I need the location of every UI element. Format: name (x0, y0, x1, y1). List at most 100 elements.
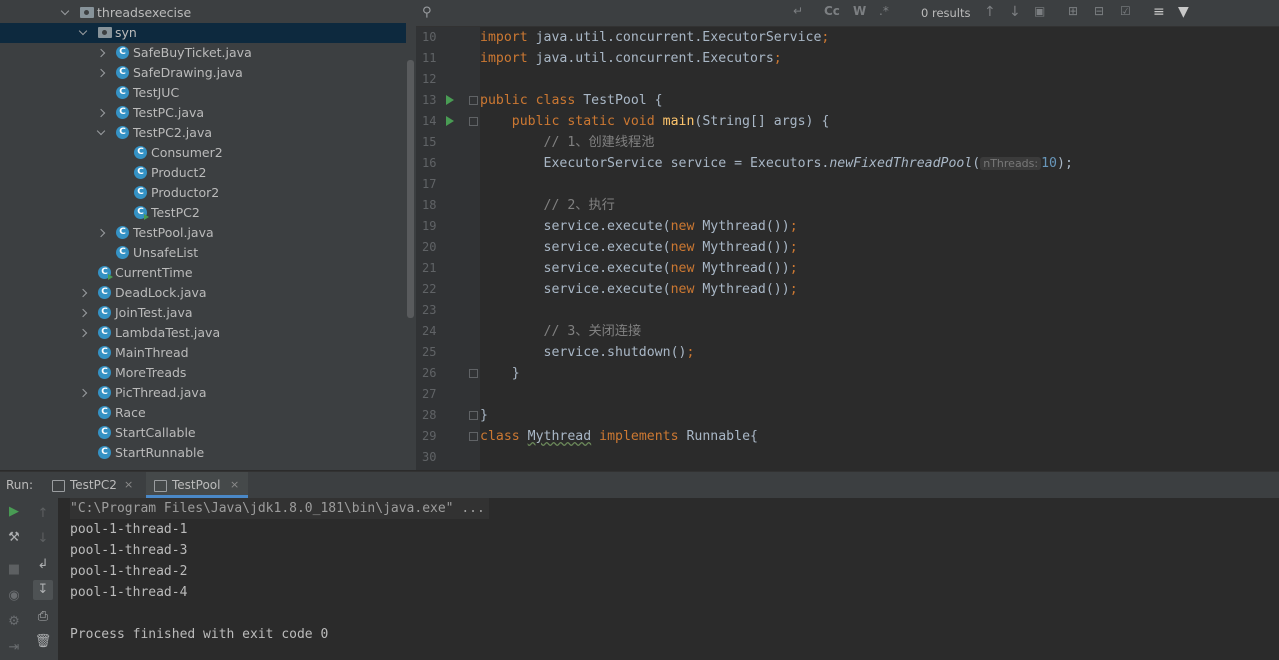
remove-occurrence-icon[interactable]: ⊟ (1094, 4, 1104, 18)
tree-item[interactable]: C TestPC.java (0, 103, 406, 123)
code-line-18: // 2、执行 (480, 195, 615, 216)
tree-item[interactable]: C SafeDrawing.java (0, 63, 406, 83)
chevron-down-icon[interactable] (96, 126, 106, 136)
search-icon[interactable]: ⚲ (422, 5, 432, 20)
class-icon: C (98, 426, 111, 439)
code-line-11: import java.util.concurrent.Executors; (480, 48, 782, 69)
filter-lines-icon[interactable]: ≡ (1153, 4, 1165, 20)
trash-icon[interactable]: 🗑 (33, 632, 53, 652)
line-number: 15 (422, 135, 437, 149)
chevron-right-icon[interactable] (96, 108, 106, 118)
run-tab-testpool[interactable]: TestPool × (146, 472, 248, 498)
tree-item[interactable]: C Product2 (0, 163, 406, 183)
tree-item[interactable]: syn (0, 23, 406, 43)
code-text: Mythread()) (694, 282, 790, 297)
replace-icon[interactable]: ↵ (793, 4, 803, 18)
tree-item-label: TestPC.java (133, 105, 205, 120)
tree-item[interactable]: C TestPC2.java (0, 123, 406, 143)
code-editor[interactable]: import java.util.concurrent.ExecutorServ… (480, 27, 1279, 470)
regex-button[interactable]: .* (879, 4, 889, 18)
line-number: 23 (422, 303, 437, 317)
line-number: 24 (422, 324, 437, 338)
run-gutter-icon[interactable] (446, 116, 454, 126)
fold-marker-icon[interactable] (469, 432, 478, 441)
print-icon[interactable]: ⎙ (33, 607, 53, 627)
keyword: new (670, 261, 695, 276)
next-occurrence-icon[interactable]: ↓ (1009, 4, 1021, 20)
console-command-line[interactable]: "C:\Program Files\Java\jdk1.8.0_181\bin\… (70, 498, 489, 519)
tree-item[interactable]: C LambdaTest.java (0, 323, 406, 343)
chevron-right-icon[interactable] (78, 388, 88, 398)
settings-icon[interactable]: ⚙ (4, 612, 24, 632)
tree-item-label: StartRunnable (115, 445, 205, 460)
scroll-to-end-icon[interactable]: ↧ (33, 580, 53, 600)
chevron-right-icon[interactable] (78, 288, 88, 298)
tree-item[interactable]: C StartCallable (0, 423, 406, 443)
search-results-count: 0 results (921, 6, 971, 20)
tree-item[interactable]: C UnsafeList (0, 243, 406, 263)
run-tab-bar: Run: TestPC2 × TestPool × (0, 471, 1279, 499)
tree-item-label: SafeDrawing.java (133, 65, 243, 80)
prev-occurrence-icon[interactable]: ↑ (984, 4, 996, 20)
fold-marker-icon[interactable] (469, 369, 478, 378)
tree-item[interactable]: C MoreTreads (0, 363, 406, 383)
console-exit-line: Process finished with exit code 0 (70, 627, 329, 642)
tree-item[interactable]: C JoinTest.java (0, 303, 406, 323)
chevron-right-icon[interactable] (96, 68, 106, 78)
tree-item[interactable]: C StartRunnable (0, 443, 406, 463)
code-text: (String[] args) { (694, 114, 830, 129)
tree-item-label: MoreTreads (115, 365, 187, 380)
fold-marker-icon[interactable] (469, 411, 478, 420)
camera-icon[interactable]: ◉ (4, 586, 24, 606)
tree-item[interactable]: C MainThread (0, 343, 406, 363)
fold-marker-icon[interactable] (469, 96, 478, 105)
tree-item-label: syn (115, 25, 137, 40)
chevron-right-icon[interactable] (96, 48, 106, 58)
chevron-right-icon[interactable] (96, 228, 106, 238)
chevron-down-icon[interactable] (78, 26, 88, 36)
filter-icon[interactable]: ▼ (1178, 4, 1189, 20)
tree-item[interactable]: C Productor2 (0, 183, 406, 203)
code-text: service.execute( (543, 261, 671, 276)
tree-item[interactable]: C PicThread.java (0, 383, 406, 403)
soft-wrap-icon[interactable]: ↲ (33, 555, 53, 575)
console-output[interactable]: "C:\Program Files\Java\jdk1.8.0_181\bin\… (58, 498, 1279, 660)
tree-item[interactable]: C TestJUC (0, 83, 406, 103)
tree-item[interactable]: C DeadLock.java (0, 283, 406, 303)
stop-icon[interactable]: ■ (4, 560, 24, 580)
rerun-icon[interactable]: ▶ (4, 502, 24, 522)
run-tab-testpc2[interactable]: TestPC2 × (44, 472, 142, 498)
tree-item[interactable]: C TestPool.java (0, 223, 406, 243)
console-icon (52, 480, 65, 492)
tree-item-label: TestPC2.java (133, 125, 212, 140)
select-all-icon[interactable]: ▣ (1034, 4, 1045, 18)
chevron-down-icon[interactable] (60, 6, 70, 16)
close-icon[interactable]: × (124, 478, 133, 491)
tree-item[interactable]: threadsexecise (0, 3, 406, 23)
tree-item[interactable]: C TestPC2 (0, 203, 406, 223)
tree-item-label: CurrentTime (115, 265, 193, 280)
up-arrow-icon[interactable]: ↑ (33, 504, 53, 524)
chevron-right-icon[interactable] (78, 308, 88, 318)
tree-item[interactable]: C CurrentTime (0, 263, 406, 283)
project-scrollbar[interactable] (407, 60, 414, 318)
exit-icon[interactable]: ⇥ (4, 638, 24, 658)
wrench-icon[interactable]: ⚒ (4, 528, 24, 548)
run-gutter-icon[interactable] (446, 95, 454, 105)
code-line-25: service.shutdown(); (480, 342, 695, 363)
tree-item[interactable]: C SafeBuyTicket.java (0, 43, 406, 63)
select-all-occurrences-icon[interactable]: ☑ (1120, 4, 1131, 18)
tree-item[interactable]: C Consumer2 (0, 143, 406, 163)
tree-item-label: Product2 (151, 165, 207, 180)
class-icon: C (98, 266, 113, 280)
fold-marker-icon[interactable] (469, 117, 478, 126)
add-occurrence-icon[interactable]: ⊞ (1068, 4, 1078, 18)
words-button[interactable]: W (853, 4, 866, 18)
match-case-button[interactable]: Cc (824, 4, 840, 18)
close-icon[interactable]: × (230, 478, 239, 491)
tree-item[interactable]: C Race (0, 403, 406, 423)
down-arrow-icon[interactable]: ↓ (33, 529, 53, 549)
chevron-right-icon[interactable] (78, 328, 88, 338)
